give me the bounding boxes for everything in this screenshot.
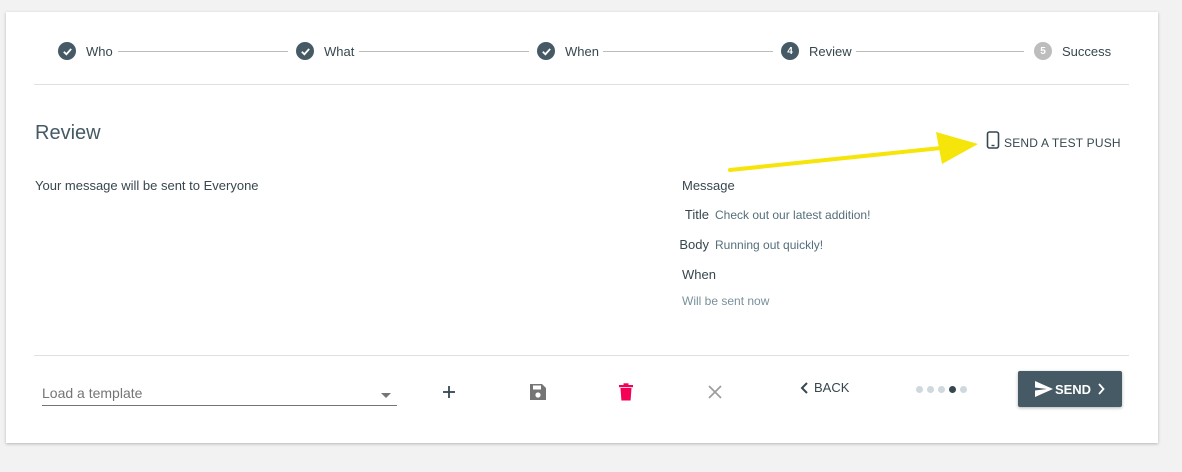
step-number: 4 bbox=[781, 42, 799, 60]
clear-button[interactable] bbox=[703, 380, 727, 404]
body-value: Running out quickly! bbox=[715, 238, 824, 252]
step-success[interactable]: 5 Success bbox=[1034, 42, 1111, 60]
phone-icon bbox=[986, 131, 1000, 154]
step-review[interactable]: 4 Review bbox=[781, 42, 852, 60]
chevron-left-icon bbox=[800, 381, 808, 394]
send-test-push-label: SEND A TEST PUSH bbox=[1004, 135, 1121, 150]
step-who[interactable]: Who bbox=[58, 42, 113, 60]
paper-plane-icon bbox=[1034, 381, 1053, 397]
step-label: Who bbox=[86, 43, 113, 59]
progress-dot bbox=[927, 386, 934, 393]
page-title: Review bbox=[35, 122, 101, 144]
check-circle-icon bbox=[296, 42, 314, 60]
when-value: Will be sent now bbox=[682, 294, 770, 308]
message-heading: Message bbox=[682, 178, 735, 193]
annotation-arrow bbox=[728, 132, 978, 172]
title-key: Title bbox=[684, 207, 709, 222]
close-icon bbox=[708, 385, 722, 399]
back-label: BACK bbox=[814, 380, 850, 395]
step-what[interactable]: What bbox=[296, 42, 354, 60]
trash-icon bbox=[619, 383, 633, 401]
message-title-row: Title Check out our latest addition! bbox=[673, 207, 871, 222]
progress-dot bbox=[960, 386, 967, 393]
caret-down-icon bbox=[381, 393, 391, 398]
step-label: Success bbox=[1062, 43, 1112, 59]
step-label: Review bbox=[809, 43, 852, 59]
plus-icon bbox=[443, 386, 455, 398]
back-button[interactable]: BACK bbox=[800, 380, 849, 395]
step-connector bbox=[118, 51, 288, 52]
step-label: What bbox=[324, 43, 355, 59]
stepper: Who What When 4 Review 5 Success bbox=[34, 12, 1129, 85]
step-when[interactable]: When bbox=[537, 42, 599, 60]
progress-dot bbox=[916, 386, 923, 393]
step-connector bbox=[856, 51, 1024, 52]
step-connector bbox=[603, 51, 773, 52]
body-key: Body bbox=[679, 237, 709, 252]
send-label: SEND bbox=[1054, 381, 1092, 397]
floppy-disk-icon bbox=[530, 384, 546, 400]
progress-dots bbox=[916, 386, 971, 393]
message-body-row: Body Running out quickly! bbox=[673, 237, 823, 252]
when-heading: When bbox=[682, 267, 716, 282]
delete-template-button[interactable] bbox=[614, 380, 638, 404]
step-number: 5 bbox=[1034, 42, 1052, 60]
step-label: When bbox=[565, 43, 599, 59]
divider bbox=[34, 355, 1129, 356]
save-template-button[interactable] bbox=[526, 380, 550, 404]
step-connector bbox=[359, 51, 529, 52]
progress-dot-active bbox=[949, 386, 956, 393]
check-circle-icon bbox=[58, 42, 76, 60]
chevron-right-icon bbox=[1098, 383, 1105, 395]
title-value: Check out our latest addition! bbox=[715, 208, 871, 222]
template-placeholder: Load a template bbox=[42, 384, 143, 401]
add-template-button[interactable] bbox=[437, 380, 461, 404]
send-test-push-button[interactable]: SEND A TEST PUSH bbox=[986, 131, 1121, 154]
template-select[interactable]: Load a template bbox=[42, 380, 397, 406]
check-circle-icon bbox=[537, 42, 555, 60]
audience-summary: Your message will be sent to Everyone bbox=[35, 178, 259, 193]
review-card: Who What When 4 Review 5 Success Review bbox=[6, 12, 1158, 443]
progress-dot bbox=[938, 386, 945, 393]
send-button[interactable]: SEND bbox=[1018, 371, 1122, 407]
